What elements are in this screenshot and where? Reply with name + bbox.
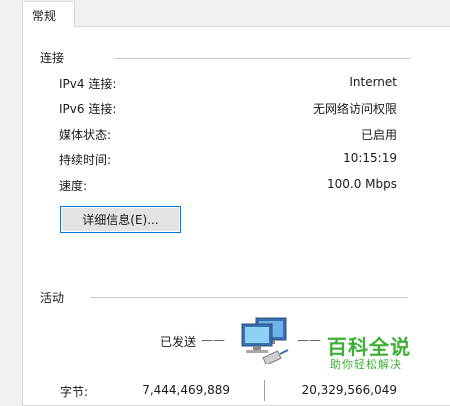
connection-group-title: 连接	[40, 51, 65, 65]
ipv4-label: IPv4 连接:	[59, 77, 117, 91]
bytes-label: 字节:	[60, 385, 89, 399]
ipv6-label: IPv6 连接:	[59, 102, 117, 116]
network-computers-icon	[238, 316, 292, 366]
tab-general-label: 常规	[32, 9, 57, 23]
activity-divider	[90, 297, 408, 298]
received-bytes-value: 20,329,566,049	[301, 383, 397, 397]
sent-label: 已发送	[160, 335, 197, 349]
speed-label: 速度:	[59, 179, 88, 193]
connection-divider	[115, 58, 410, 59]
details-button[interactable]: 详细信息(E)...	[60, 206, 181, 233]
tab-general[interactable]: 常规	[22, 1, 75, 27]
media-state-value: 已启用	[360, 128, 397, 142]
media-state-label: 媒体状态:	[59, 128, 112, 142]
sent-dash: ——	[201, 333, 225, 347]
activity-separator	[264, 380, 265, 401]
sent-bytes-value: 7,444,469,889	[142, 383, 230, 397]
duration-value: 10:15:19	[343, 151, 397, 165]
received-dash: ——	[297, 333, 321, 347]
ipv6-value: 无网络访问权限	[312, 102, 397, 116]
watermark-subtitle: 助你轻松解决	[330, 358, 402, 371]
ipv4-value: Internet	[349, 75, 397, 89]
duration-label: 持续时间:	[59, 153, 112, 167]
speed-value: 100.0 Mbps	[326, 177, 397, 191]
activity-group-title: 活动	[40, 291, 65, 305]
